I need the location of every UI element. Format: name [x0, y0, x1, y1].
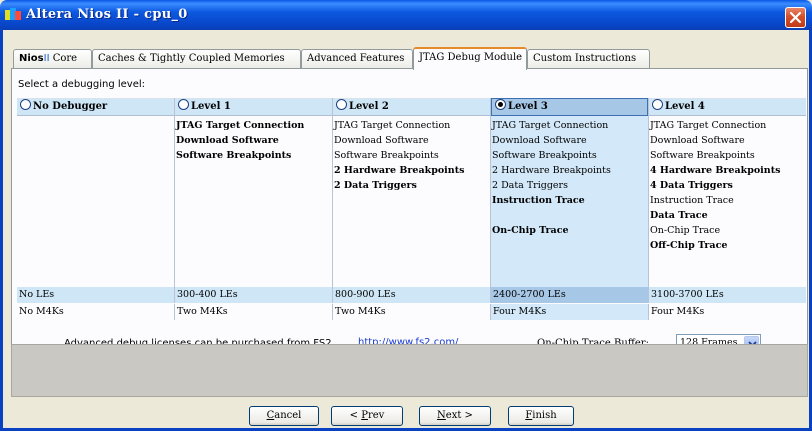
radio-level-2[interactable] — [336, 99, 347, 110]
feature-item: Software Breakpoints — [650, 150, 755, 161]
tab-custom-instructions[interactable]: Custom Instructions — [527, 49, 650, 69]
feature-item: 4 Data Triggers — [650, 180, 733, 191]
radio-no-debugger[interactable] — [20, 99, 31, 110]
feature-item: Download Software — [650, 135, 745, 146]
feature-item: JTAG Target Connection — [176, 120, 305, 131]
le-count: 2400-2700 LEs — [491, 287, 649, 303]
tab-nios-ii-core[interactable]: NiosII Core — [13, 49, 92, 69]
feature-list: JTAG Target Connection Download Software… — [649, 116, 806, 253]
level-header[interactable]: Level 4 — [649, 98, 806, 116]
feature-item: Data Trace — [650, 210, 708, 221]
button-prefix: < — [349, 410, 362, 421]
feature-spacer — [492, 208, 648, 223]
feature-item: 2 Data Triggers — [492, 180, 568, 191]
feature-list: JTAG Target Connection Download Software… — [175, 116, 332, 163]
le-count: 3100-3700 LEs — [651, 289, 724, 300]
radio-level-1[interactable] — [178, 99, 189, 110]
feature-item: Software Breakpoints — [176, 150, 292, 161]
feature-item: Instruction Trace — [650, 195, 734, 206]
level-header[interactable]: Level 3 — [491, 98, 648, 116]
le-count: No LEs — [17, 287, 175, 303]
feature-list — [17, 116, 174, 118]
window-body: NiosII Core Caches & Tightly Coupled Mem… — [0, 30, 812, 431]
feature-item: On-Chip Trace — [650, 225, 721, 236]
prev-button[interactable]: < Prev — [331, 406, 403, 426]
feature-item: Software Breakpoints — [492, 150, 597, 161]
m4k-count: No M4Ks — [17, 304, 175, 320]
feature-item: 2 Hardware Breakpoints — [492, 165, 611, 176]
feature-item: Download Software — [176, 135, 279, 146]
m4k-count: Four M4Ks — [651, 306, 705, 317]
feature-item: Off-Chip Trace — [650, 240, 728, 251]
feature-item: On-Chip Trace — [492, 225, 569, 236]
jtag-debug-panel: Select a debugging level: No Debugger Le… — [11, 68, 808, 369]
le-count-row: No LEs 300-400 LEs 800-900 LEs 2400-2700… — [17, 287, 806, 303]
tab-jtag-debug-module[interactable]: JTAG Debug Module — [413, 47, 527, 70]
title-bar[interactable]: Altera Nios II - cpu_0 — [0, 0, 812, 30]
tab-label-nios: Nios — [19, 53, 44, 64]
altera-app-icon — [5, 8, 21, 22]
feature-item: 4 Hardware Breakpoints — [650, 165, 781, 176]
feature-item: JTAG Target Connection — [650, 120, 767, 131]
feature-item: Download Software — [334, 135, 429, 146]
radio-level-4[interactable] — [652, 99, 663, 110]
feature-item: Download Software — [492, 135, 587, 146]
level-header[interactable]: Level 2 — [333, 98, 490, 116]
close-button[interactable] — [785, 7, 806, 28]
feature-list: JTAG Target Connection Download Software… — [333, 116, 490, 193]
le-count: 300-400 LEs — [175, 287, 333, 303]
m4k-count: Four M4Ks — [491, 304, 649, 320]
message-area — [11, 344, 808, 397]
level-column-no-debugger[interactable]: No Debugger — [17, 98, 175, 287]
feature-item: 2 Hardware Breakpoints — [334, 165, 465, 176]
close-icon — [789, 11, 802, 24]
feature-item: Software Breakpoints — [334, 150, 439, 161]
button-label: ancel — [274, 410, 302, 421]
feature-item: JTAG Target Connection — [334, 120, 451, 131]
mnemonic: N — [437, 410, 446, 421]
level-header[interactable]: Level 1 — [175, 98, 332, 116]
level-name: Level 3 — [508, 101, 548, 112]
next-button[interactable]: Next > — [419, 406, 491, 426]
level-name: Level 1 — [191, 101, 231, 112]
radio-level-3[interactable] — [495, 99, 506, 110]
finish-button[interactable]: Finish — [508, 406, 574, 426]
button-label: rev — [367, 410, 385, 421]
level-header[interactable]: No Debugger — [17, 98, 174, 116]
level-column-1[interactable]: Level 1 JTAG Target Connection Download … — [175, 98, 333, 287]
level-column-4[interactable]: Level 4 JTAG Target Connection Download … — [649, 98, 806, 287]
tab-label-core: Core — [49, 53, 78, 64]
level-name: No Debugger — [33, 101, 108, 112]
window-title: Altera Nios II - cpu_0 — [26, 7, 188, 22]
m4k-count-row: No M4Ks Two M4Ks Two M4Ks Four M4Ks Four… — [17, 304, 806, 320]
tab-advanced-features[interactable]: Advanced Features — [301, 49, 413, 69]
level-name: Level 2 — [349, 101, 389, 112]
mnemonic: P — [361, 410, 368, 421]
level-column-3[interactable]: Level 3 JTAG Target Connection Download … — [491, 98, 649, 287]
tab-caches[interactable]: Caches & Tightly Coupled Memories — [92, 49, 301, 69]
feature-item: Instruction Trace — [492, 195, 585, 206]
cancel-button[interactable]: Cancel — [249, 406, 319, 426]
feature-list: JTAG Target Connection Download Software… — [491, 116, 648, 238]
button-label: ext > — [445, 410, 473, 421]
m4k-count: Two M4Ks — [333, 304, 491, 320]
m4k-count: Two M4Ks — [175, 304, 333, 320]
debug-level-prompt: Select a debugging level: — [18, 79, 146, 90]
le-count: 800-900 LEs — [333, 287, 491, 303]
level-name: Level 4 — [665, 101, 705, 112]
debug-level-grid: No Debugger Level 1 JTAG Target Connecti… — [17, 98, 806, 287]
button-label: inish — [532, 410, 557, 421]
feature-item: 2 Data Triggers — [334, 180, 417, 191]
level-column-2[interactable]: Level 2 JTAG Target Connection Download … — [333, 98, 491, 287]
feature-item: JTAG Target Connection — [492, 120, 609, 131]
